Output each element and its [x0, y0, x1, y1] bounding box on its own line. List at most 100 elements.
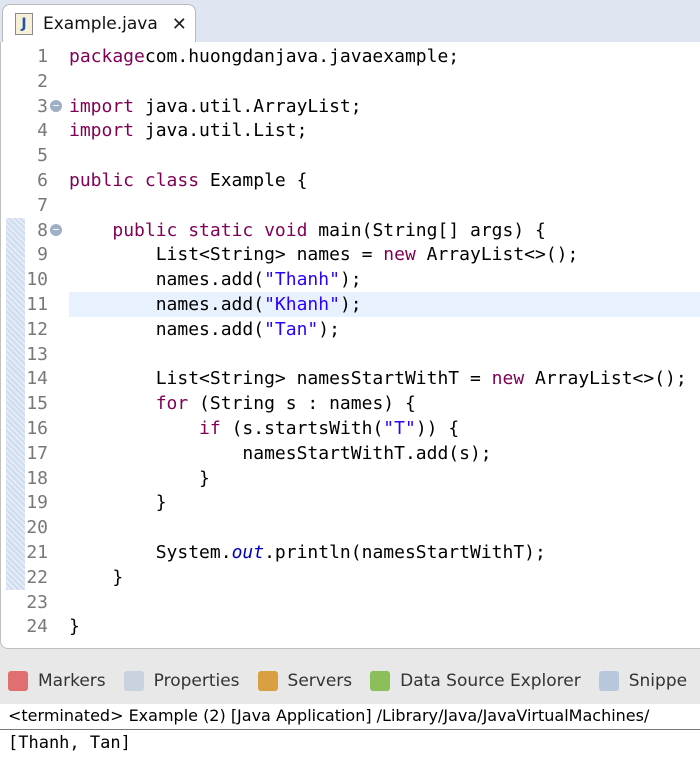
line-number: 8 [37, 219, 48, 241]
code-line[interactable]: 5​ [1, 143, 700, 168]
code-text: ​ [69, 515, 700, 540]
view-tab-data-source-explorer[interactable]: Data Source Explorer [370, 671, 581, 691]
line-number: 13 [26, 343, 48, 365]
fold-collapse-icon[interactable]: − [50, 223, 62, 236]
code-line[interactable]: 20 ​ [1, 515, 700, 540]
string-literal: "Khanh" [264, 294, 340, 315]
code-line[interactable]: 18 ​ } [1, 466, 700, 491]
code-token: } [69, 566, 124, 588]
code-line[interactable]: 2​ [1, 69, 700, 94]
code-token: java.util.List; [134, 120, 308, 142]
code-text: ​ [69, 590, 700, 615]
line-number: 9 [37, 244, 48, 266]
view-tab-label: Servers [287, 671, 353, 691]
editor-tab-bar: J Example.java ✕ [0, 0, 700, 43]
code-token: com.huongdanjava.javaexample; [144, 46, 460, 67]
line-number: 7 [37, 194, 48, 216]
code-line[interactable]: 9 ​ List<String> names = new ArrayList<>(… [1, 242, 700, 267]
code-line[interactable]: 23 ​ [1, 590, 700, 615]
view-tab-label: Properties [153, 671, 240, 691]
code-line[interactable]: 12 ​ names.add("Tan"); [1, 317, 700, 342]
tab-example-java[interactable]: J Example.java ✕ [2, 4, 196, 43]
line-number: 14 [26, 368, 48, 390]
console-view[interactable]: <terminated> Example (2) [Java Applicati… [0, 704, 700, 760]
code-line[interactable]: 22 ​ } [1, 565, 700, 590]
field: out [231, 542, 265, 563]
code-line[interactable]: 13 ​ [1, 342, 700, 367]
code-token: names.add( [69, 294, 265, 315]
code-line[interactable]: 19 ​ } [1, 490, 700, 515]
view-tab-markers[interactable]: Markers [8, 671, 106, 691]
code-line[interactable]: 4 ​import java.util.List; [1, 118, 700, 143]
code-token: ); [318, 318, 340, 340]
code-token: ArrayList<>(); [415, 244, 579, 266]
string-literal: "Tan" [264, 318, 319, 340]
line-number: 6 [37, 170, 48, 191]
code-text: ​import java.util.ArrayList; [69, 94, 700, 119]
code-text: ​ namesStartWithT.add(s); [69, 441, 700, 466]
code-line[interactable]: 7​ [1, 193, 700, 218]
code-token: )) { [415, 418, 460, 439]
code-text: ​ List<String> namesStartWithT = new Arr… [69, 366, 700, 391]
code-token: ); [339, 269, 362, 291]
view-tab-properties[interactable]: Properties [123, 671, 240, 691]
code-text: ​ if (s.startsWith("T")) { [69, 416, 700, 441]
code-text: ​public class Example { [69, 168, 700, 193]
code-line[interactable]: 17 ​ namesStartWithT.add(s); [1, 441, 700, 466]
line-number: 20 [26, 517, 48, 539]
line-number: 21 [26, 542, 48, 563]
line-number: 15 [26, 393, 48, 415]
view-tab-label: Markers [38, 671, 106, 691]
code-text: ​ } [69, 565, 700, 590]
view-tab-snippe[interactable]: Snippe [598, 671, 687, 691]
code-text: ​ System.out.println(namesStartWithT); [69, 540, 700, 565]
code-token: (String s : names) { [188, 393, 416, 415]
code-line[interactable]: 21 ​ System.out.println(namesStartWithT); [1, 540, 700, 565]
code-token: namesStartWithT.add(s); [69, 442, 492, 464]
keyword: if [199, 418, 221, 439]
code-editor[interactable]: 1​packagecom.huongdanjava.javaexample;2​… [0, 42, 700, 649]
code-token: } [69, 467, 210, 489]
line-number: 16 [26, 418, 48, 439]
code-text: ​ } [69, 490, 700, 515]
code-line[interactable]: 16 ​ if (s.startsWith("T")) { [1, 416, 700, 441]
code-line[interactable]: 14 ​ List<String> namesStartWithT = new A… [1, 366, 700, 391]
line-number: 11 [26, 294, 48, 315]
markers-icon [8, 671, 28, 691]
line-number: 24 [26, 616, 48, 638]
line-number: 3 [37, 95, 48, 117]
close-icon[interactable]: ✕ [172, 14, 187, 35]
code-token: java.util.ArrayList; [134, 95, 362, 117]
line-number: 2 [37, 70, 48, 92]
code-line[interactable]: 6 ​public class Example { [1, 168, 700, 193]
code-text: ​ } [69, 466, 700, 491]
code-line[interactable]: 15 ​ for (String s : names) { [1, 391, 700, 416]
code-token: ArrayList<>(); [524, 368, 687, 390]
view-tab-label: Data Source Explorer [400, 671, 581, 691]
fold-collapse-icon[interactable]: − [50, 99, 62, 112]
code-line[interactable]: 3−​import java.util.ArrayList; [1, 94, 700, 119]
code-line[interactable]: 1 ​packagecom.huongdanjava.javaexample; [1, 44, 700, 69]
code-line[interactable]: 24 ​} [1, 614, 700, 639]
code-line[interactable]: 10 ​ names.add("Thanh"); [1, 267, 700, 292]
code-token: } [69, 616, 80, 638]
keyword: public static void [112, 219, 308, 241]
code-token: List<String> namesStartWithT = [69, 368, 492, 390]
snippets-icon [598, 671, 619, 691]
line-number: 1 [37, 46, 48, 67]
code-text: ​ names.add("Khanh"); [69, 292, 700, 317]
line-number: 23 [26, 591, 48, 613]
keyword: import [69, 95, 135, 117]
keyword: for [155, 393, 189, 415]
code-token: .println(namesStartWithT); [264, 542, 546, 563]
code-token: Example { [199, 170, 308, 191]
keyword: public class [69, 170, 200, 191]
view-tab-servers[interactable]: Servers [257, 671, 353, 691]
string-literal: "Thanh" [264, 269, 340, 291]
string-literal: "T" [383, 418, 416, 439]
code-text: ​ [69, 342, 700, 367]
line-number: 17 [26, 442, 48, 464]
code-line[interactable]: 11 ​ names.add("Khanh"); [1, 292, 700, 317]
code-line[interactable]: 8−​ public static void main(String[] arg… [1, 218, 700, 243]
